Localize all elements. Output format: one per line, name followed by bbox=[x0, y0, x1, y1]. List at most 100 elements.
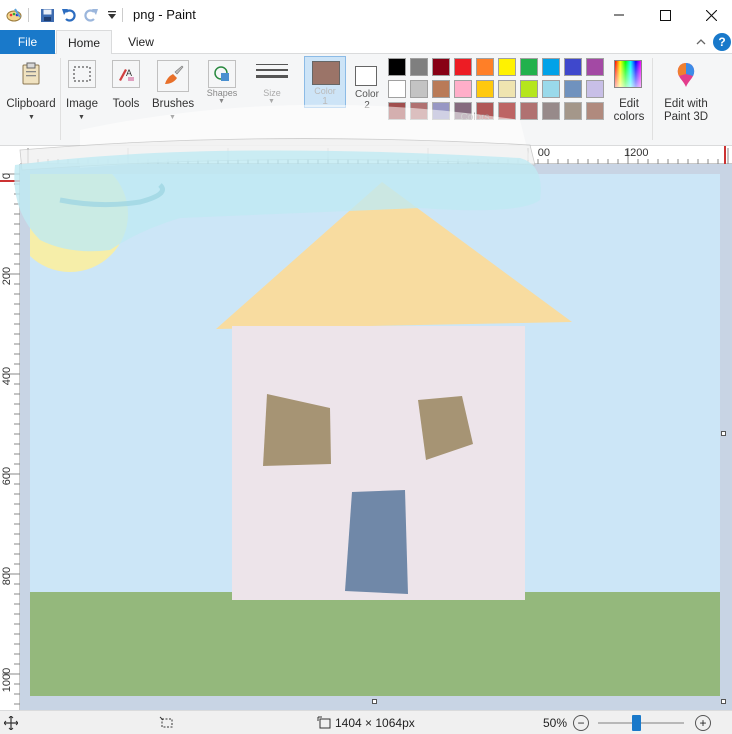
horizontal-ruler: 1200 1000 bbox=[20, 146, 732, 164]
palette-color-swatch[interactable] bbox=[476, 58, 494, 76]
zoom-level: 50% bbox=[543, 716, 568, 730]
brush-icon bbox=[157, 60, 189, 92]
palette-color-swatch[interactable] bbox=[586, 80, 604, 98]
help-icon[interactable]: ? bbox=[713, 33, 731, 51]
tab-file[interactable]: File bbox=[0, 30, 55, 54]
hruler-end-marker bbox=[724, 146, 726, 164]
palette-color-swatch[interactable] bbox=[498, 58, 516, 76]
redo-icon[interactable] bbox=[83, 7, 99, 23]
maximize-button[interactable] bbox=[642, 0, 688, 30]
palette-color-swatch[interactable] bbox=[542, 80, 560, 98]
palette-color-swatch[interactable] bbox=[410, 58, 428, 76]
image-dimensions: 1404 × 1064px bbox=[335, 716, 415, 730]
color2-number: 2 bbox=[364, 100, 370, 111]
palette-color-swatch[interactable] bbox=[520, 58, 538, 76]
ribbon-tabs: File Home View ? bbox=[0, 30, 732, 55]
brushes-dropdown-icon: ▼ bbox=[169, 114, 176, 121]
collapse-ribbon-icon[interactable] bbox=[694, 35, 708, 49]
close-button[interactable] bbox=[688, 0, 732, 30]
edit-colors-label: Edit colors bbox=[613, 98, 645, 123]
clipboard-label: Clipboard bbox=[6, 98, 56, 110]
tools-label: Tools bbox=[112, 98, 140, 110]
vruler-label-600: 600 bbox=[1, 466, 13, 486]
palette-color-swatch[interactable] bbox=[520, 102, 538, 120]
shapes-label: Shapes bbox=[206, 88, 238, 98]
image-group[interactable]: Image ▼ bbox=[64, 58, 100, 124]
edit-colors-button[interactable]: Edit colors bbox=[612, 58, 646, 124]
color1-label: Color bbox=[314, 86, 336, 96]
tab-view[interactable]: View bbox=[116, 30, 166, 54]
select-icon bbox=[68, 60, 96, 88]
status-bar: 1404 × 1064px 50% − + bbox=[0, 710, 732, 734]
palette-color-swatch[interactable] bbox=[410, 80, 428, 98]
paint3d-icon bbox=[671, 60, 701, 90]
image-size-icon bbox=[317, 716, 331, 730]
brushes-group[interactable]: Brushes ▼ bbox=[152, 58, 194, 124]
edit-paint3d-label: Edit with Paint 3D bbox=[663, 98, 709, 123]
color2-label: Color bbox=[355, 89, 379, 100]
color1-swatch bbox=[312, 61, 340, 85]
palette-color-swatch[interactable] bbox=[410, 102, 428, 120]
title-divider bbox=[122, 8, 123, 22]
hruler-label-1200: 1200 bbox=[624, 147, 649, 159]
color1-selector[interactable]: Color 1 bbox=[304, 56, 346, 108]
brushes-label: Brushes bbox=[152, 98, 195, 110]
resize-handle-corner[interactable] bbox=[721, 699, 726, 704]
zoom-slider-track[interactable] bbox=[598, 715, 684, 731]
save-icon[interactable] bbox=[39, 7, 55, 23]
tools-group[interactable]: A Tools bbox=[108, 58, 144, 124]
palette-color-swatch[interactable] bbox=[454, 58, 472, 76]
cursor-position-icon bbox=[3, 715, 19, 731]
resize-handle-bottom[interactable] bbox=[372, 699, 377, 704]
palette-color-swatch[interactable] bbox=[476, 80, 494, 98]
edit-with-paint3d-button[interactable]: Edit with Paint 3D bbox=[656, 58, 716, 124]
title-bar: png - Paint bbox=[0, 0, 732, 30]
palette-color-swatch[interactable] bbox=[586, 102, 604, 120]
palette-color-swatch[interactable] bbox=[498, 80, 516, 98]
palette-color-swatch[interactable] bbox=[388, 102, 406, 120]
palette-color-swatch[interactable] bbox=[586, 58, 604, 76]
vertical-ruler-ticks bbox=[2, 173, 20, 705]
palette-color-swatch[interactable] bbox=[542, 102, 560, 120]
palette-color-swatch[interactable] bbox=[564, 80, 582, 98]
group-divider bbox=[652, 58, 653, 140]
resize-handle-right[interactable] bbox=[721, 431, 726, 436]
tab-home[interactable]: Home bbox=[56, 30, 112, 55]
palette-color-swatch[interactable] bbox=[388, 80, 406, 98]
palette-color-swatch[interactable] bbox=[388, 58, 406, 76]
zoom-slider-thumb[interactable] bbox=[632, 715, 642, 731]
palette-color-swatch[interactable] bbox=[564, 58, 582, 76]
vruler-marker bbox=[0, 180, 20, 182]
zoom-in-button[interactable]: + bbox=[695, 715, 711, 731]
customize-qat-icon[interactable] bbox=[104, 7, 120, 23]
hruler-label-1000: 1000 bbox=[538, 147, 550, 159]
shapes-dropdown-icon: ▼ bbox=[218, 98, 225, 105]
house-door bbox=[345, 490, 408, 594]
undo-icon[interactable] bbox=[61, 7, 77, 23]
palette-color-swatch[interactable] bbox=[454, 80, 472, 98]
minimize-button[interactable] bbox=[596, 0, 642, 30]
qat-divider bbox=[28, 8, 29, 22]
image-label: Image bbox=[66, 98, 98, 110]
color2-selector[interactable]: Color 2 bbox=[350, 56, 384, 111]
size-dropdown-icon: ▼ bbox=[268, 98, 275, 105]
size-group[interactable]: Size ▼ bbox=[250, 58, 294, 124]
palette-color-swatch[interactable] bbox=[520, 80, 538, 98]
vertical-ruler: 0 200 400 600 800 1000 bbox=[0, 164, 20, 710]
palette-color-swatch[interactable] bbox=[432, 80, 450, 98]
vruler-label-1000: 1000 bbox=[1, 667, 13, 693]
paint-app-icon[interactable] bbox=[6, 7, 22, 23]
shapes-group[interactable]: Shapes ▼ bbox=[200, 58, 244, 124]
clipboard-group[interactable]: Clipboard ▼ bbox=[4, 58, 58, 124]
vruler-label-0: 0 bbox=[1, 172, 13, 180]
shapes-icon bbox=[208, 60, 236, 88]
zoom-out-button[interactable]: − bbox=[573, 715, 589, 731]
palette-color-swatch[interactable] bbox=[564, 102, 582, 120]
color-spectrum-icon bbox=[614, 60, 642, 88]
clipboard-dropdown-icon: ▼ bbox=[28, 114, 35, 121]
size-lines-icon bbox=[256, 62, 288, 82]
palette-color-swatch[interactable] bbox=[432, 58, 450, 76]
drawing-canvas[interactable] bbox=[12, 156, 720, 696]
canvas-workspace[interactable] bbox=[12, 156, 732, 710]
palette-color-swatch[interactable] bbox=[542, 58, 560, 76]
